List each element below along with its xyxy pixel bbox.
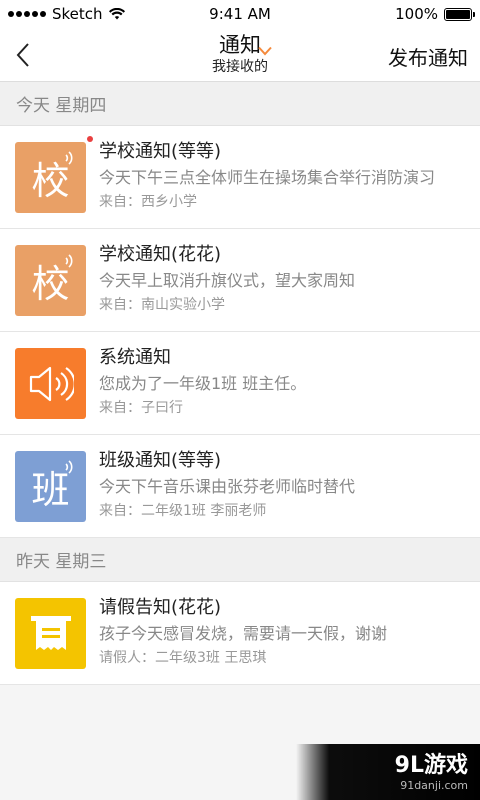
signal-icon <box>8 11 46 17</box>
nav-bar: 通知 我接收的 发布通知 <box>0 28 480 82</box>
item-desc: 今天下午三点全体师生在操场集合举行消防演习 <box>99 168 436 187</box>
speaker-icon <box>29 366 74 401</box>
item-text: 学校通知(花花) 今天早上取消升旗仪式，望大家周知 来自：南山实验小学 <box>99 242 355 316</box>
item-from: 来自：子曰行 <box>99 400 183 416</box>
class-notice-icon: 班 <box>15 451 86 522</box>
list-item[interactable]: 班 班级通知(等等) 今天下午音乐课由张芬老师临时替代 来自：二年级1班 李丽老… <box>0 435 480 538</box>
item-from: 请假人：二年级3班 王思琪 <box>99 650 267 666</box>
leave-note-icon <box>30 615 71 650</box>
unread-dot <box>87 136 93 142</box>
item-title: 请假告知(花花) <box>99 597 222 618</box>
battery-percent: 100% <box>395 5 438 23</box>
list-item[interactable]: 请假告知(花花) 孩子今天感冒发烧，需要请一天假，谢谢 请假人：二年级3班 王思… <box>0 582 480 685</box>
item-text: 系统通知 您成为了一年级1班 班主任。 来自：子曰行 <box>99 345 306 419</box>
broadcast-waves-icon <box>65 254 73 268</box>
watermark-url: 91danji.com <box>400 778 468 792</box>
item-desc: 今天下午音乐课由张芬老师临时替代 <box>99 477 356 496</box>
watermark-logo: 9L游戏 <box>394 752 468 778</box>
list-item[interactable]: 校 学校通知(花花) 今天早上取消升旗仪式，望大家周知 来自：南山实验小学 <box>0 229 480 332</box>
list-item[interactable]: 校 学校通知(等等) 今天下午三点全体师生在操场集合举行消防演习 来自：西乡小学 <box>0 126 480 229</box>
item-title: 学校通知(花花) <box>99 244 222 265</box>
site-watermark: 9L游戏 91danji.com <box>296 744 480 800</box>
school-notice-icon: 校 <box>15 142 86 213</box>
item-desc: 今天早上取消升旗仪式，望大家周知 <box>99 271 356 290</box>
status-left: Sketch <box>8 5 125 23</box>
chevron-down-icon[interactable] <box>258 46 272 56</box>
status-bar: Sketch 9:41 AM 100% <box>0 0 480 28</box>
item-text: 学校通知(等等) 今天下午三点全体师生在操场集合举行消防演习 来自：西乡小学 <box>99 139 435 213</box>
broadcast-waves-icon <box>65 151 73 165</box>
section-header-today: 今天 星期四 <box>0 82 480 126</box>
section-header-yesterday: 昨天 星期三 <box>0 538 480 582</box>
carrier-name: Sketch <box>52 5 103 23</box>
item-from: 来自：二年级1班 李丽老师 <box>99 503 267 519</box>
leave-notice-icon <box>15 598 86 669</box>
item-title: 系统通知 <box>99 347 171 368</box>
item-from: 来自：南山实验小学 <box>99 297 225 313</box>
school-notice-icon: 校 <box>15 245 86 316</box>
item-text: 请假告知(花花) 孩子今天感冒发烧，需要请一天假，谢谢 请假人：二年级3班 王思… <box>99 595 387 669</box>
item-desc: 您成为了一年级1班 班主任。 <box>99 374 307 393</box>
battery-icon <box>444 7 475 21</box>
wifi-icon <box>108 8 125 20</box>
item-title: 学校通知(等等) <box>99 141 222 162</box>
list-item[interactable]: 系统通知 您成为了一年级1班 班主任。 来自：子曰行 <box>0 332 480 435</box>
status-right: 100% <box>395 5 475 23</box>
item-text: 班级通知(等等) 今天下午音乐课由张芬老师临时替代 来自：二年级1班 李丽老师 <box>99 448 355 522</box>
broadcast-waves-icon <box>65 460 73 474</box>
system-notice-icon <box>15 348 86 419</box>
item-desc: 孩子今天感冒发烧，需要请一天假，谢谢 <box>99 624 388 643</box>
item-from: 来自：西乡小学 <box>99 194 197 210</box>
publish-notice-button[interactable]: 发布通知 <box>388 42 468 71</box>
item-title: 班级通知(等等) <box>99 450 222 471</box>
